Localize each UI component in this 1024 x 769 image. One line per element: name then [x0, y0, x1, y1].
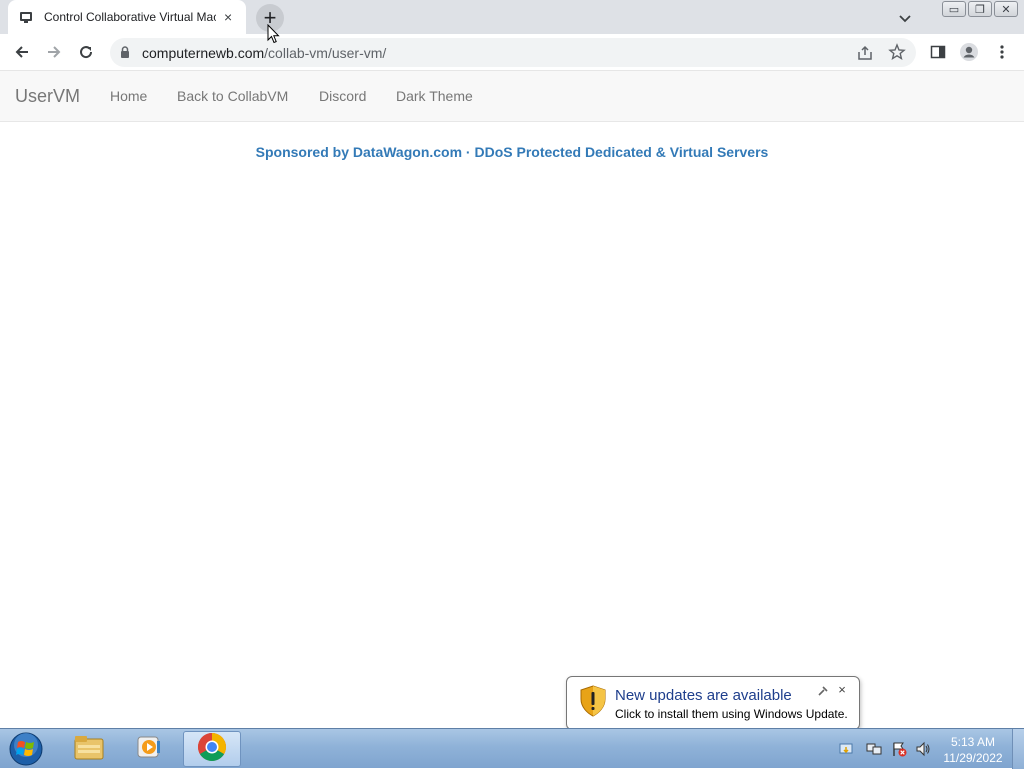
- clock-date: 11/29/2022: [943, 751, 1003, 765]
- bookmark-star-icon[interactable]: [888, 43, 906, 61]
- site-navbar: UserVM Home Back to CollabVM Discord Dar…: [0, 71, 1024, 122]
- system-clock[interactable]: 5:13 AM 11/29/2022: [940, 734, 1006, 766]
- action-center-flag-icon[interactable]: [891, 741, 907, 757]
- options-wrench-icon[interactable]: [817, 685, 829, 697]
- browser-toolbar: computernewb.com/collab-vm/user-vm/: [0, 34, 1024, 71]
- windows-update-tray-icon[interactable]: [838, 741, 854, 757]
- reload-icon[interactable]: [74, 40, 98, 64]
- back-arrow-icon[interactable]: [10, 40, 34, 64]
- windows-taskbar: 5:13 AM 11/29/2022: [0, 728, 1024, 769]
- clock-time: 5:13 AM: [950, 735, 996, 749]
- nav-link-back-to-collabvm[interactable]: Back to CollabVM: [177, 88, 288, 104]
- taskbar-explorer-button[interactable]: [60, 731, 118, 767]
- browser-tab-strip: Control Collaborative Virtual Machines ×…: [0, 0, 1024, 34]
- notification-title: New updates are available: [615, 687, 792, 704]
- taskbar-media-player-button[interactable]: [120, 731, 178, 767]
- network-tray-icon[interactable]: [866, 741, 882, 757]
- update-notification-balloon[interactable]: New updates are available Click to insta…: [566, 676, 860, 730]
- side-panel-icon[interactable]: [928, 42, 948, 62]
- nav-link-dark-theme[interactable]: Dark Theme: [396, 88, 473, 104]
- tab-favicon-icon: [18, 9, 34, 25]
- site-brand[interactable]: UserVM: [15, 86, 80, 107]
- taskbar-chrome-button[interactable]: [183, 731, 241, 767]
- show-desktop-button[interactable]: [1012, 729, 1024, 769]
- chrome-icon: [197, 732, 227, 767]
- profile-avatar-icon[interactable]: [959, 42, 979, 62]
- volume-speaker-icon[interactable]: [915, 741, 931, 757]
- media-player-icon: [135, 733, 163, 766]
- security-shield-warning-icon: [579, 685, 607, 717]
- sponsor-link[interactable]: Sponsored by DataWagon.com · DDoS Protec…: [0, 144, 1024, 160]
- restore-button[interactable]: ❐: [968, 1, 992, 17]
- nav-link-discord[interactable]: Discord: [319, 88, 366, 104]
- nav-link-home[interactable]: Home: [110, 88, 147, 104]
- url-path: /collab-vm/user-vm/: [264, 45, 387, 61]
- browser-tab[interactable]: Control Collaborative Virtual Machines ×: [8, 0, 246, 34]
- forward-arrow-icon[interactable]: [42, 40, 66, 64]
- notification-text: Click to install them using Windows Upda…: [615, 707, 848, 721]
- start-button[interactable]: [6, 731, 46, 767]
- address-bar[interactable]: computernewb.com/collab-vm/user-vm/: [110, 38, 916, 67]
- url-host: computernewb.com: [142, 45, 265, 61]
- menu-kebab-icon[interactable]: [992, 42, 1012, 62]
- url-text[interactable]: computernewb.com/collab-vm/user-vm/: [142, 45, 386, 61]
- tab-title: Control Collaborative Virtual Machines: [44, 10, 217, 24]
- share-icon[interactable]: [856, 44, 874, 62]
- folder-icon: [73, 733, 105, 766]
- tab-search-chevron-icon[interactable]: [895, 8, 915, 28]
- window-controls: ▭ ❐ ✕: [942, 1, 1018, 17]
- notification-close-icon[interactable]: ×: [835, 683, 849, 697]
- lock-icon[interactable]: [118, 45, 132, 59]
- tab-close-icon[interactable]: ×: [220, 9, 236, 25]
- minimize-button[interactable]: ▭: [942, 1, 966, 17]
- mouse-cursor-icon: [267, 23, 281, 44]
- close-window-button[interactable]: ✕: [994, 1, 1018, 17]
